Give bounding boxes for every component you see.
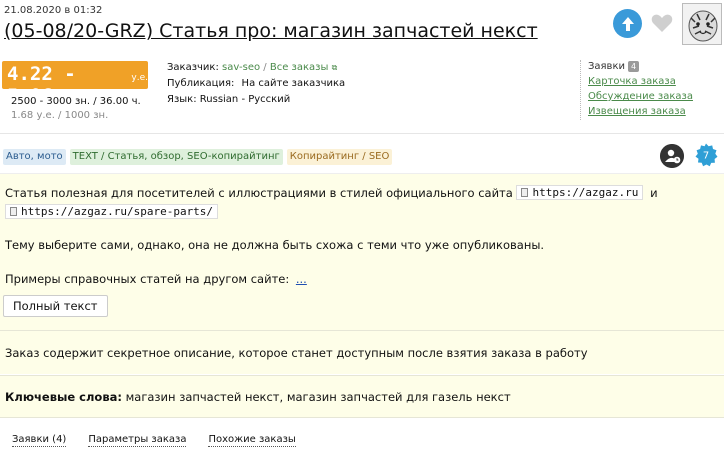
post-date: 21.08.2020 в 01:32 bbox=[4, 5, 103, 16]
link-chip-1[interactable]: https://azgaz.ru bbox=[516, 185, 644, 200]
order-card-link[interactable]: Карточка заказа bbox=[588, 74, 693, 89]
customer-label: Заказчик: bbox=[167, 62, 219, 73]
link-2-text[interactable]: https://azgaz.ru/spare-parts/ bbox=[21, 205, 213, 218]
language-label: Язык: bbox=[167, 94, 197, 105]
full-text-button[interactable]: Полный текст bbox=[3, 295, 108, 317]
tag-subtype[interactable]: Копирайтинг / SEO bbox=[286, 149, 393, 165]
count-badge[interactable]: 7 bbox=[694, 143, 718, 167]
divider bbox=[580, 60, 581, 120]
link-chip-2[interactable]: https://azgaz.ru/spare-parts/ bbox=[5, 204, 219, 219]
avatar[interactable] bbox=[682, 3, 722, 45]
order-meta: Заказчик: sav-seo / Все заказы ⧉ Публика… bbox=[167, 60, 345, 108]
keywords-value: магазин запчастей некст, магазин запчаст… bbox=[125, 390, 511, 404]
price-currency: у.е. bbox=[131, 73, 148, 83]
discussion-link[interactable]: Обсуждение заказа bbox=[588, 89, 693, 104]
description-line-1: Статья полезная для посетителей с иллюст… bbox=[5, 185, 658, 200]
rate-per-1000: 1.68 у.е. / 1000 зн. bbox=[11, 110, 109, 121]
notifications-link[interactable]: Извещения заказа bbox=[588, 104, 693, 119]
examples-text: Примеры справочных статей на другом сайт… bbox=[5, 272, 290, 286]
publication-value: На сайте заказчика bbox=[241, 78, 346, 89]
up-button[interactable] bbox=[613, 9, 642, 38]
keywords-line: Ключевые слова: магазин запчастей некст,… bbox=[5, 390, 511, 404]
bids-count-badge: 4 bbox=[628, 60, 640, 72]
section-divider bbox=[0, 133, 724, 134]
description-line-1b: https://azgaz.ru/spare-parts/ bbox=[5, 204, 219, 219]
count-badge-value: 7 bbox=[703, 151, 709, 162]
meta-separator: / bbox=[263, 62, 267, 73]
secret-text: Заказ содержит секретное описание, котор… bbox=[5, 346, 588, 360]
order-links: Заявки 4 Карточка заказа Обсуждение заказ… bbox=[588, 59, 693, 119]
description-text-1: Статья полезная для посетителей с иллюст… bbox=[5, 186, 513, 200]
tiger-avatar-icon bbox=[683, 4, 721, 44]
tab-bids[interactable]: Заявки (4) bbox=[12, 434, 67, 447]
chars-range: 2500 - 3000 зн. / 36.00 ч. bbox=[11, 96, 141, 107]
tag-list: Авто, мото TEXT / Статья, обзор, SEO-коп… bbox=[3, 149, 393, 165]
all-orders-link[interactable]: Все заказы bbox=[270, 62, 329, 73]
external-link-icon: ⧉ bbox=[331, 63, 338, 72]
link-1-text[interactable]: https://azgaz.ru bbox=[532, 186, 638, 199]
page-title[interactable]: (05-08/20-GRZ) Статья про: магазин запча… bbox=[4, 20, 538, 42]
language-value: Russian - Русский bbox=[199, 94, 291, 105]
tab-similar-orders[interactable]: Похожие заказы bbox=[208, 434, 296, 447]
description-line-3: Примеры справочных статей на другом сайт… bbox=[5, 272, 307, 286]
document-icon bbox=[10, 207, 17, 216]
and-text: и bbox=[650, 186, 658, 200]
tag-category[interactable]: Авто, мото bbox=[3, 149, 66, 165]
bids-label: Заявки bbox=[588, 61, 625, 72]
document-icon bbox=[521, 188, 529, 197]
tab-order-params[interactable]: Параметры заказа bbox=[88, 434, 187, 447]
arrow-up-icon bbox=[621, 16, 634, 31]
secret-notice: Заказ содержит секретное описание, котор… bbox=[0, 330, 724, 374]
user-clock-icon[interactable] bbox=[660, 144, 684, 168]
keywords-label: Ключевые слова: bbox=[5, 390, 122, 404]
tag-type[interactable]: TEXT / Статья, обзор, SEO-копирайтинг bbox=[69, 149, 283, 165]
heart-icon[interactable] bbox=[650, 11, 674, 35]
publication-label: Публикация: bbox=[167, 78, 235, 89]
more-link[interactable]: ... bbox=[296, 272, 307, 286]
description-line-2: Тему выберите сами, однако, она не должн… bbox=[5, 238, 545, 252]
bottom-tabs: Заявки (4) Параметры заказа Похожие зака… bbox=[12, 434, 296, 447]
keywords-section: Ключевые слова: магазин запчастей некст,… bbox=[0, 375, 724, 418]
price-badge: 4.22 - 5.06 у.е. bbox=[2, 61, 148, 107]
customer-link[interactable]: sav-seo bbox=[222, 62, 260, 73]
